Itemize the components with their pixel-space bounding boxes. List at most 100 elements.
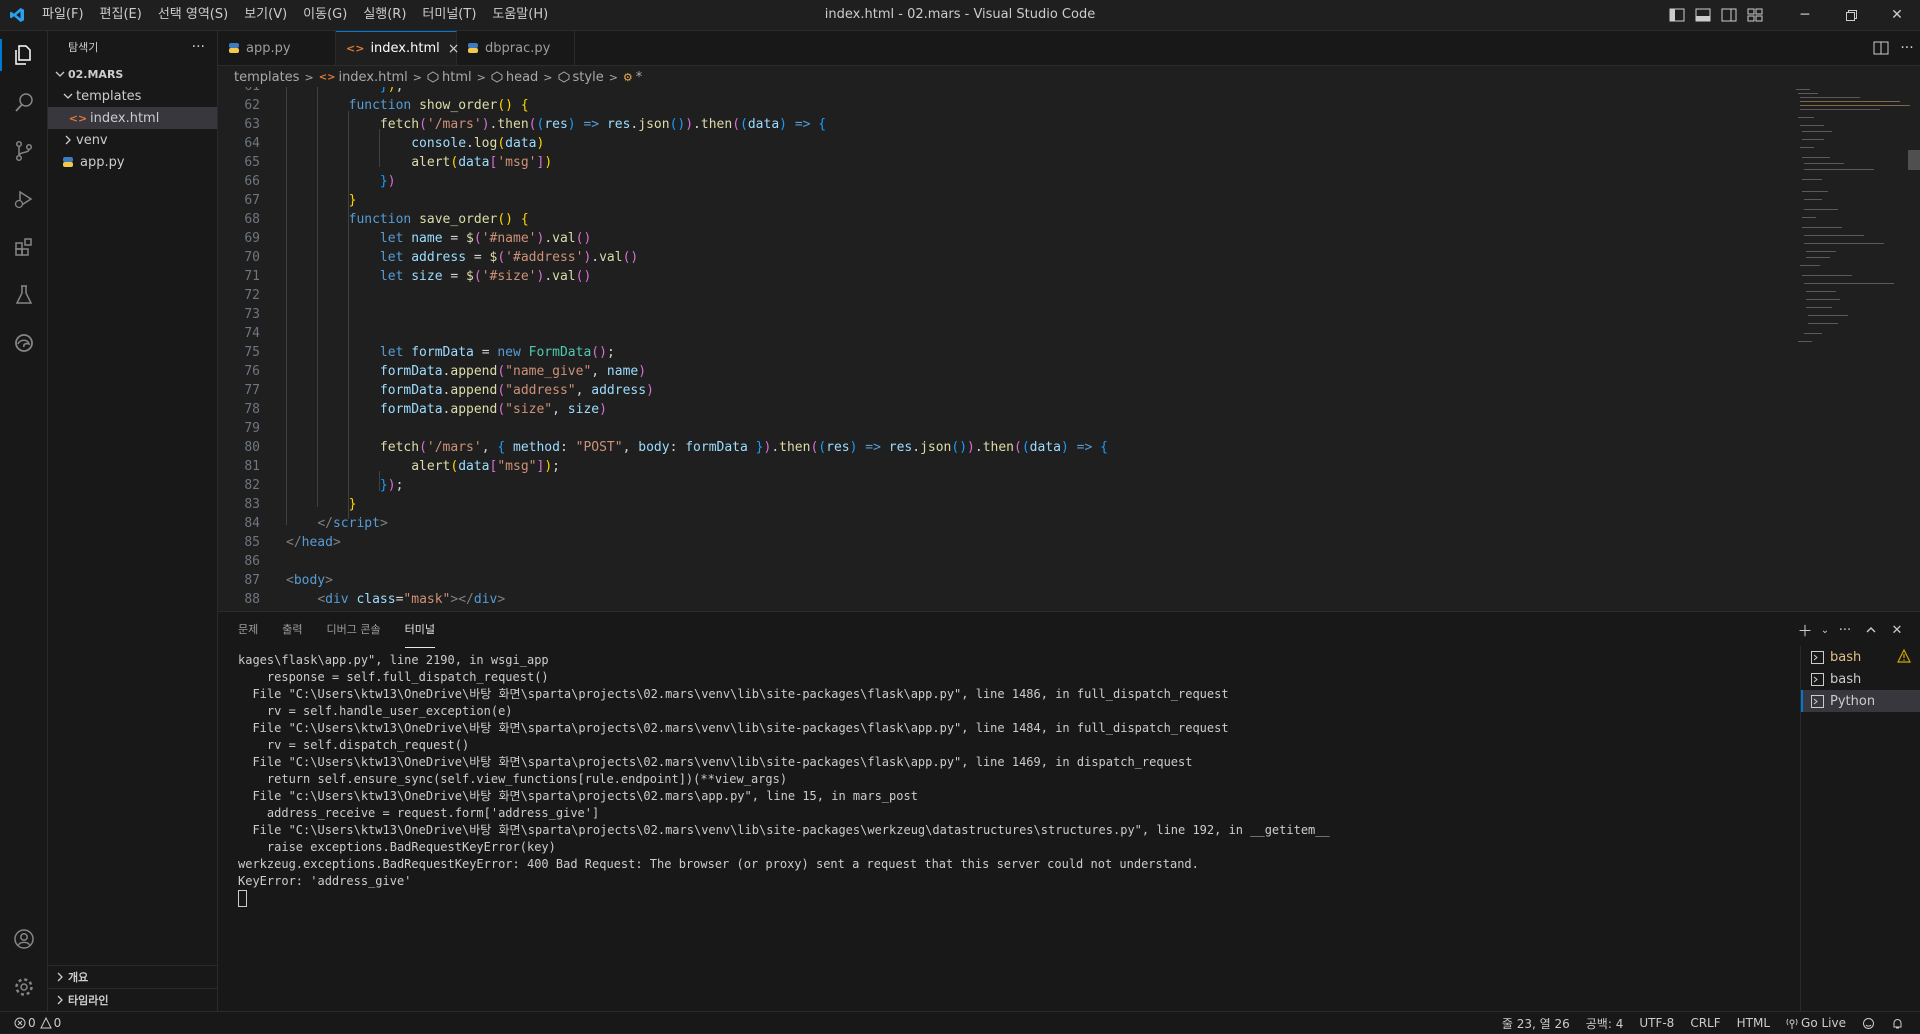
breadcrumb-index-html[interactable]: index.html (338, 70, 407, 85)
terminal-line: werkzeug.exceptions.BadRequestKeyError: … (238, 857, 1199, 871)
timeline-label: 타임라인 (68, 994, 109, 1007)
terminal-icon (1811, 672, 1824, 686)
maximize-panel-icon[interactable] (1858, 617, 1884, 643)
notifications-bell-icon[interactable] (1891, 1017, 1904, 1030)
folder-venv-label: venv (76, 132, 108, 148)
source-control-icon[interactable] (0, 127, 47, 175)
tab-app-py[interactable]: app.py (218, 31, 336, 65)
close-window-button[interactable]: ✕ (1874, 0, 1920, 30)
terminal-item-python[interactable]: Python (1801, 690, 1920, 712)
terminal-list: bash bash Python (1800, 646, 1920, 1012)
folder-root[interactable]: 02.MARS (48, 63, 217, 85)
terminal-line: rv = self.handle_user_exception(e) (238, 704, 513, 718)
more-actions-icon[interactable]: ··· (1894, 33, 1920, 63)
explorer-icon[interactable] (0, 31, 47, 79)
explorer-sidebar: 탐색기 ··· 02.MARS templates <> index.html … (48, 31, 218, 1011)
cursor-position[interactable]: 줄 23, 열 26 (1502, 1015, 1570, 1032)
code-line: 86 (244, 554, 260, 569)
customize-layout-icon[interactable] (1742, 0, 1768, 30)
breadcrumb-style[interactable]: style (573, 70, 604, 85)
menu-file[interactable]: 파일(F) (34, 0, 92, 30)
outline-section[interactable]: 개요 (48, 965, 217, 988)
split-editor-icon[interactable] (1868, 33, 1894, 63)
indentation[interactable]: 공백: 4 (1586, 1015, 1624, 1032)
code-line: 76 formData.append("name_give", name) (244, 364, 647, 379)
go-live-button[interactable]: Go Live (1786, 1016, 1846, 1030)
terminal-item-label: bash (1830, 649, 1862, 665)
timeline-section[interactable]: 타임라인 (48, 988, 217, 1011)
encoding[interactable]: UTF-8 (1639, 1016, 1674, 1030)
edge-browser-icon[interactable] (0, 319, 47, 367)
symbol-css-rule-icon: ⚙ (622, 70, 633, 84)
code-line: 72 (244, 288, 260, 303)
menu-go[interactable]: 이동(G) (295, 0, 355, 30)
menu-view[interactable]: 보기(V) (236, 0, 295, 30)
end-of-line[interactable]: CRLF (1690, 1016, 1720, 1030)
breadcrumb-head[interactable]: head (506, 70, 538, 85)
tab-index-html[interactable]: <> index.html × (336, 31, 459, 65)
close-panel-icon[interactable]: ✕ (1884, 617, 1910, 643)
settings-gear-icon[interactable] (0, 963, 47, 1011)
chevron-down-icon[interactable]: ⌄ (1818, 617, 1832, 643)
minimap[interactable] (1794, 87, 1914, 610)
editor-scrollbar[interactable] (1908, 150, 1920, 170)
tab-output[interactable]: 출력 (282, 612, 302, 648)
terminal-output[interactable]: kages\flask\app.py", line 2190, in wsgi_… (238, 652, 1788, 982)
accounts-icon[interactable] (0, 915, 47, 963)
file-app-py[interactable]: app.py (48, 151, 217, 173)
breadcrumb-selector[interactable]: * (636, 70, 643, 85)
menu-run[interactable]: 실행(R) (355, 0, 414, 30)
bottom-panel: 문제 출력 디버그 콘솔 터미널 ＋ ⌄ ··· ✕ kages\flask\a… (218, 611, 1920, 1012)
code-line: 83 } (244, 497, 357, 512)
terminal-line: File "C:\Users\ktw13\OneDrive\바탕 화면\spar… (238, 687, 1229, 701)
folder-venv[interactable]: venv (48, 129, 217, 151)
breadcrumb-templates[interactable]: templates (234, 70, 299, 85)
menu-help[interactable]: 도움말(H) (484, 0, 556, 30)
menu-selection[interactable]: 선택 영역(S) (150, 0, 236, 30)
code-line: 85 </head> (244, 535, 341, 550)
more-actions-icon[interactable]: ··· (1832, 617, 1858, 643)
code-line: 61 }); (218, 87, 1748, 96)
restore-button[interactable] (1828, 0, 1874, 30)
menu-terminal[interactable]: 터미널(T) (414, 0, 484, 30)
tab-index-html-label: index.html (370, 41, 440, 56)
code-line: 88 <div class="mask"></div> (244, 592, 506, 607)
editor-tabs: app.py <> index.html × dbprac.py ··· (218, 31, 1920, 66)
toggle-secondary-sidebar-icon[interactable] (1716, 0, 1742, 30)
feedback-icon[interactable] (1862, 1017, 1875, 1030)
problems-status[interactable]: 0 0 (14, 1016, 61, 1030)
toggle-primary-sidebar-icon[interactable] (1664, 0, 1690, 30)
html-file-icon: <> (318, 71, 336, 83)
code-line: 82 }); (244, 478, 404, 493)
testing-flask-icon[interactable] (0, 271, 47, 319)
run-debug-icon[interactable] (0, 175, 47, 223)
chevron-right-icon: > (476, 70, 486, 84)
more-actions-icon[interactable]: ··· (192, 39, 205, 55)
menu-edit[interactable]: 편집(E) (92, 0, 150, 30)
html-file-icon: <> (68, 111, 88, 125)
folder-templates[interactable]: templates (48, 85, 217, 107)
tab-problems[interactable]: 문제 (238, 612, 258, 648)
language-mode[interactable]: HTML (1737, 1016, 1770, 1030)
folder-templates-label: templates (76, 88, 142, 104)
toggle-panel-icon[interactable] (1690, 0, 1716, 30)
code-line: 65 alert(data['msg']) (244, 155, 553, 170)
chevron-down-icon (52, 66, 68, 82)
breadcrumb-html[interactable]: html (442, 70, 472, 85)
search-icon[interactable] (0, 79, 47, 127)
new-terminal-icon[interactable]: ＋ (1792, 617, 1818, 643)
code-editor[interactable]: 61 }); 62 function show_order() { 63 fet… (218, 87, 1748, 610)
terminal-prompt[interactable] (238, 890, 1788, 907)
panel-tabs: 문제 출력 디버그 콘솔 터미널 (218, 612, 1920, 648)
tab-debug-console[interactable]: 디버그 콘솔 (327, 612, 381, 648)
file-app-py-label: app.py (80, 154, 125, 170)
extensions-icon[interactable] (0, 223, 47, 271)
tab-dbprac-py[interactable]: dbprac.py (457, 31, 575, 65)
terminal-item-bash-1[interactable]: bash (1801, 646, 1920, 668)
minimize-button[interactable]: ─ (1782, 0, 1828, 30)
code-line: 62 function show_order() { (244, 98, 529, 113)
terminal-item-bash-2[interactable]: bash (1801, 668, 1920, 690)
file-index-html[interactable]: <> index.html (48, 107, 217, 129)
tab-terminal[interactable]: 터미널 (404, 612, 435, 648)
code-line: 74 (244, 326, 260, 341)
